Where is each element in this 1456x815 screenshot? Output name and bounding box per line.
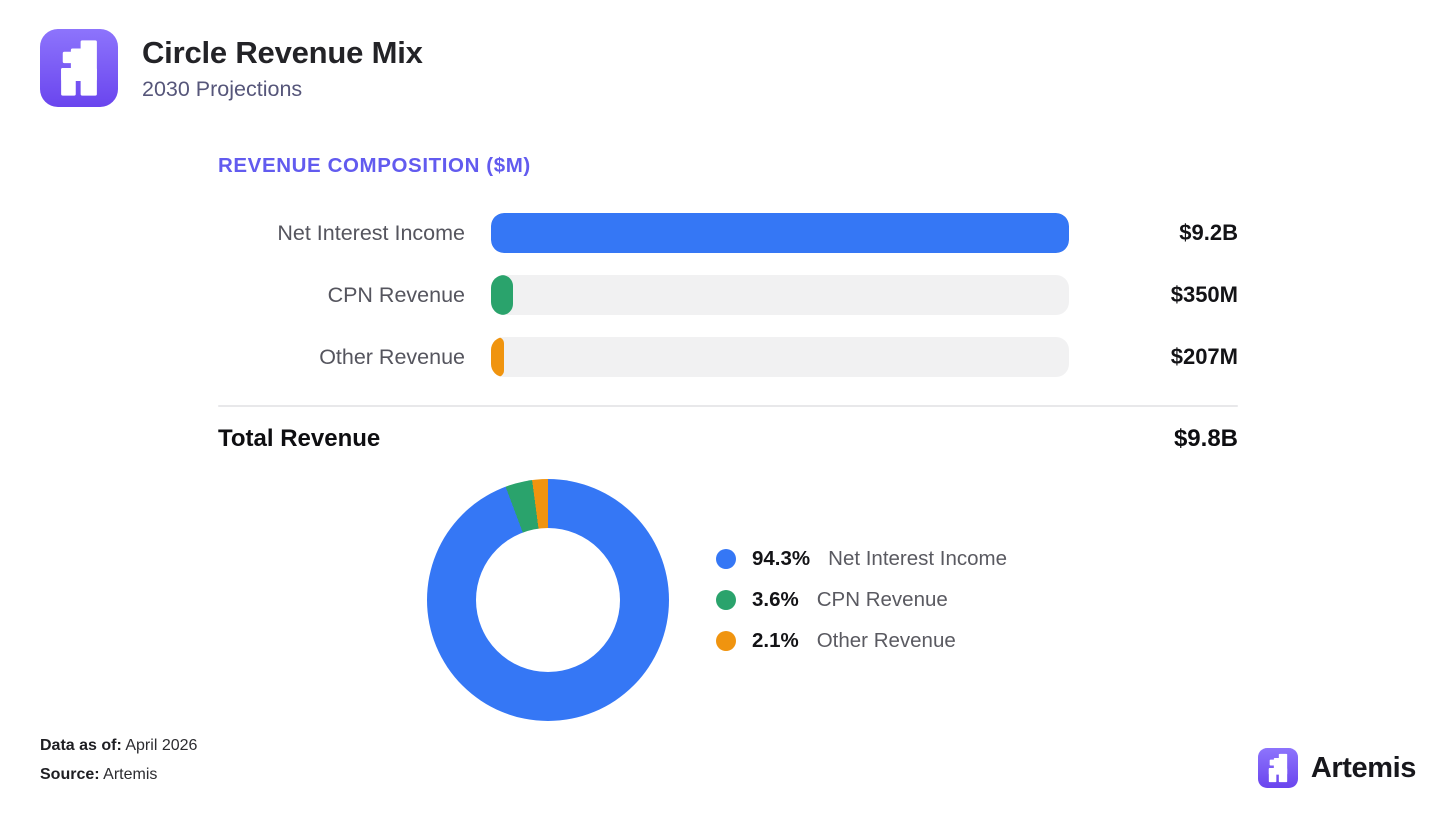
artemis-wordmark: Artemis bbox=[1311, 752, 1416, 785]
header-text: Circle Revenue Mix 2030 Projections bbox=[142, 35, 423, 102]
header: Circle Revenue Mix 2030 Projections bbox=[40, 29, 423, 107]
total-divider bbox=[218, 405, 1238, 407]
legend-dot-icon bbox=[716, 549, 736, 569]
bar-label: Other Revenue bbox=[218, 345, 465, 370]
bar-track bbox=[491, 213, 1069, 253]
data-as-of-value: April 2026 bbox=[122, 737, 198, 754]
bar-value: $350M bbox=[1095, 282, 1238, 308]
legend-item: 3.6% CPN Revenue bbox=[716, 587, 1007, 614]
source-label: Source: bbox=[40, 766, 100, 783]
total-label: Total Revenue bbox=[218, 425, 380, 453]
legend-label: Other Revenue bbox=[817, 629, 956, 653]
legend-item: 94.3% Net Interest Income bbox=[716, 546, 1007, 573]
bar-value: $9.2B bbox=[1095, 220, 1238, 246]
source-value: Artemis bbox=[100, 766, 158, 783]
legend-dot-icon bbox=[716, 590, 736, 610]
bar-fill bbox=[491, 275, 513, 315]
footer-data-as-of: Data as of: April 2026 bbox=[40, 732, 197, 761]
legend-percent: 3.6% bbox=[752, 588, 799, 612]
legend-item: 2.1% Other Revenue bbox=[716, 628, 1007, 655]
donut-legend: 94.3% Net Interest Income 3.6% CPN Reven… bbox=[716, 546, 1007, 655]
bar-row: Net Interest Income $9.2B bbox=[218, 213, 1238, 253]
artemis-logo-icon bbox=[40, 29, 118, 107]
bar-label: CPN Revenue bbox=[218, 283, 465, 308]
bar-chart: Net Interest Income $9.2B CPN Revenue $3… bbox=[218, 213, 1238, 377]
donut-hole bbox=[476, 528, 620, 672]
chart-panel: REVENUE COMPOSITION ($M) Net Interest In… bbox=[218, 155, 1238, 721]
bar-row: CPN Revenue $350M bbox=[218, 275, 1238, 315]
artemis-footer-logo-icon bbox=[1258, 748, 1298, 788]
page-title: Circle Revenue Mix bbox=[142, 35, 423, 71]
footer-brand: Artemis bbox=[1258, 748, 1416, 788]
donut-section: 94.3% Net Interest Income 3.6% CPN Reven… bbox=[218, 479, 1238, 721]
total-value: $9.8B bbox=[1174, 425, 1238, 453]
legend-dot-icon bbox=[716, 631, 736, 651]
legend-label: Net Interest Income bbox=[828, 547, 1007, 571]
donut-chart bbox=[427, 479, 669, 721]
total-row: Total Revenue $9.8B bbox=[218, 422, 1238, 456]
bar-value: $207M bbox=[1095, 344, 1238, 370]
bar-track bbox=[491, 275, 1069, 315]
bar-track bbox=[491, 337, 1069, 377]
bar-label: Net Interest Income bbox=[218, 221, 465, 246]
legend-percent: 2.1% bbox=[752, 629, 799, 653]
legend-percent: 94.3% bbox=[752, 547, 810, 571]
bar-row: Other Revenue $207M bbox=[218, 337, 1238, 377]
infographic-page: Circle Revenue Mix 2030 Projections REVE… bbox=[0, 0, 1456, 815]
page-subtitle: 2030 Projections bbox=[142, 77, 423, 102]
footer-source: Source: Artemis bbox=[40, 761, 197, 790]
bar-fill bbox=[491, 213, 1069, 253]
section-heading: REVENUE COMPOSITION ($M) bbox=[218, 155, 1238, 176]
footer-meta: Data as of: April 2026 Source: Artemis bbox=[40, 732, 197, 789]
legend-label: CPN Revenue bbox=[817, 588, 948, 612]
bar-fill bbox=[491, 337, 504, 377]
data-as-of-label: Data as of: bbox=[40, 737, 122, 754]
